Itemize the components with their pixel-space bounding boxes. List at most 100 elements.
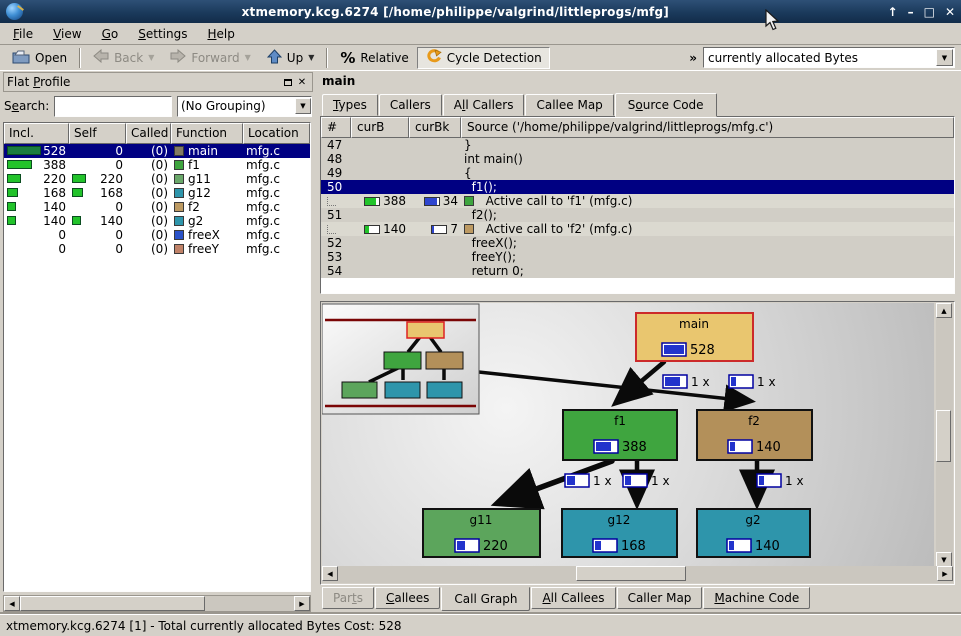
column-header-source[interactable]: Source ('/home/philippe/valgrind/littlep… [461,117,954,138]
source-line[interactable]: 54 return 0; [321,264,954,278]
graph-node-main[interactable]: main 528 [636,313,753,361]
table-row-f1[interactable]: 388 0 (0) f1 mfg.c [4,158,310,172]
scroll-right-icon[interactable]: ▶ [937,566,953,581]
shade-button[interactable]: ↑ [888,5,898,19]
scroll-up-icon[interactable]: ▲ [936,303,952,318]
graph-node-g11[interactable]: g11 220 [423,509,540,557]
source-call-row[interactable]: 388 34 Active call to 'f1' (mfg.c) [321,194,954,208]
graph-vscrollbar[interactable]: ▲ ▼ [936,303,953,567]
table-row-main[interactable]: 528 0 (0) main mfg.c [4,144,310,158]
cycle-detection-button[interactable]: Cycle Detection [417,47,550,69]
chevron-down-icon[interactable]: ▼ [936,49,953,66]
tab-callers[interactable]: Callers [379,94,442,116]
column-header-curbk[interactable]: curBk [409,117,461,138]
source-line-selected[interactable]: 50 f1(); [321,180,954,194]
toolbar-overflow-button[interactable]: » [683,51,703,65]
graph-overview-minimap[interactable] [322,304,479,414]
column-header-curb[interactable]: curB [351,117,409,138]
close-button[interactable]: ✕ [945,5,955,19]
source-line[interactable]: 52 freeX(); [321,236,954,250]
tab-parts[interactable]: Parts [322,587,374,609]
table-row-freeY[interactable]: 0 0 (0) freeY mfg.c [4,242,310,256]
status-bar: xtmemory.kcg.6274 [1] - Total currently … [0,614,961,636]
scroll-right-icon[interactable]: ▶ [294,596,310,611]
graph-node-f2[interactable]: f2 140 [697,410,812,460]
menu-settings[interactable]: Settings [129,25,196,43]
column-header-location[interactable]: Location [243,123,310,144]
forward-button[interactable]: Forward ▼ [162,47,258,69]
tab-call-graph[interactable]: Call Graph [441,587,530,611]
function-color-swatch [174,230,184,240]
maximize-button[interactable]: □ [924,5,935,19]
tab-types[interactable]: Types [322,94,378,116]
search-label: Search: [4,99,49,113]
float-icon[interactable] [281,76,295,89]
dock-titlebar[interactable]: Flat Profile ✕ [3,72,313,92]
scroll-down-icon[interactable]: ▼ [936,552,952,567]
graph-hscrollbar[interactable]: ◀ ▶ [322,566,953,583]
grouping-combobox[interactable]: (No Grouping) ▼ [177,96,312,117]
back-dropdown-icon[interactable]: ▼ [148,53,154,62]
open-icon [12,49,30,67]
search-input[interactable] [54,96,172,117]
tab-caller-map[interactable]: Caller Map [617,587,703,609]
source-call-row[interactable]: 140 7 Active call to 'f2' (mfg.c) [321,222,954,236]
scrollbar-thumb[interactable] [936,410,951,462]
column-header-incl[interactable]: Incl. [4,123,69,144]
cost-type-combobox[interactable]: currently allocated Bytes ▼ [703,47,955,68]
menu-file[interactable]: File [4,25,42,43]
menu-go[interactable]: Go [93,25,128,43]
flat-profile-table: Incl. Self Called Function Location 528 … [3,122,311,592]
tab-all-callers[interactable]: All Callers [443,94,525,116]
menu-help[interactable]: Help [198,25,243,43]
forward-dropdown-icon[interactable]: ▼ [245,53,251,62]
column-header-function[interactable]: Function [171,123,243,144]
dock-close-icon[interactable]: ✕ [295,76,309,89]
source-line[interactable]: 51 f2(); [321,208,954,222]
chevron-down-icon[interactable]: ▼ [295,98,311,114]
open-button[interactable]: Open [4,47,75,69]
table-row-g12[interactable]: 168 168 (0) g12 mfg.c [4,186,310,200]
back-button[interactable]: Back ▼ [85,47,162,69]
table-row-f2[interactable]: 140 0 (0) f2 mfg.c [4,200,310,214]
tab-callee-map[interactable]: Callee Map [525,94,613,116]
graph-node-f1[interactable]: f1 388 [563,410,677,460]
relative-button[interactable]: % Relative [332,47,416,69]
source-line[interactable]: 53 freeY(); [321,250,954,264]
column-header-called[interactable]: Called [126,123,171,144]
scrollbar-thumb[interactable] [20,596,205,611]
tab-all-callees[interactable]: All Callees [531,587,615,609]
scroll-left-icon[interactable]: ◀ [4,596,20,611]
table-row-g11[interactable]: 220 220 (0) g11 mfg.c [4,172,310,186]
source-line[interactable]: 49{ [321,166,954,180]
menu-view[interactable]: View [44,25,90,43]
flat-profile-hscrollbar[interactable]: ◀ ▶ [3,595,311,612]
scroll-left-icon[interactable]: ◀ [322,566,338,581]
cycle-icon [425,49,442,67]
source-line[interactable]: 47} [321,138,954,152]
column-header-line[interactable]: # [321,117,351,138]
svg-text:1 x: 1 x [757,375,776,389]
graph-node-g2[interactable]: g2 140 [697,509,810,557]
up-button[interactable]: Up ▼ [259,47,323,69]
call-graph-canvas[interactable]: main 528 f1 388 f2 140 [322,303,934,567]
bottom-tabs: Parts Callees Call Graph All Callees Cal… [320,587,811,611]
tab-callees[interactable]: Callees [375,587,440,609]
tree-branch-icon [327,197,336,206]
svg-text:1 x: 1 x [691,375,710,389]
svg-text:g2: g2 [745,513,760,527]
column-header-self[interactable]: Self [69,123,126,144]
detail-tabs: Types Callers All Callers Callee Map Sou… [320,92,958,116]
tab-source-code[interactable]: Source Code [615,93,717,117]
scrollbar-thumb[interactable] [576,566,686,581]
source-line[interactable]: 48int main() [321,152,954,166]
minimize-button[interactable]: – [908,5,914,19]
svg-text:f1: f1 [614,414,626,428]
table-row-g2[interactable]: 140 140 (0) g2 mfg.c [4,214,310,228]
function-color-swatch [174,146,184,156]
table-row-freeX[interactable]: 0 0 (0) freeX mfg.c [4,228,310,242]
svg-text:528: 528 [690,343,715,358]
tab-machine-code[interactable]: Machine Code [703,587,810,609]
graph-node-g12[interactable]: g12 168 [562,509,677,557]
up-dropdown-icon[interactable]: ▼ [308,53,314,62]
